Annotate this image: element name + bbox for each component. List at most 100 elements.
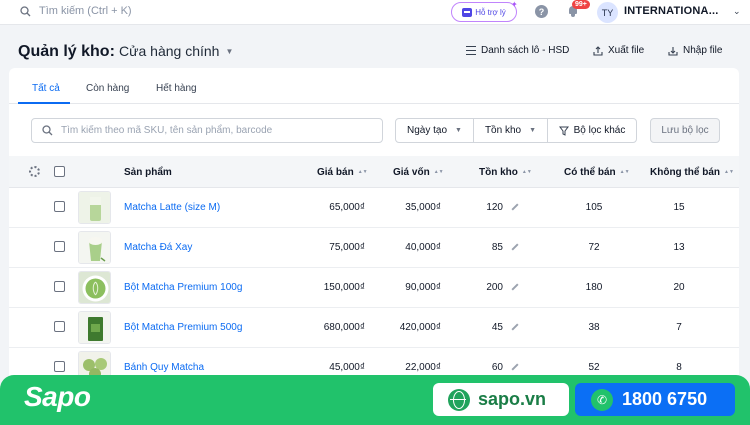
price-cell: 65,000₫ (329, 202, 365, 213)
tab-bar: Tất cả Còn hàng Hết hàng (9, 68, 739, 104)
product-search-input[interactable]: Tìm kiếm theo mã SKU, tên sản phẩm, barc… (31, 118, 383, 143)
hotline-button[interactable]: ✆ 1800 6750 (575, 383, 735, 416)
edit-icon[interactable] (511, 283, 519, 291)
cost-cell: 90,000₫ (405, 282, 441, 293)
product-thumbnail (78, 311, 111, 344)
org-name[interactable]: INTERNATIONA... (624, 5, 718, 17)
other-filter[interactable]: Bộ lọc khác (548, 119, 636, 142)
batch-list-label: Danh sách lô - HSD (481, 45, 570, 56)
sort-icon: ▲▼ (521, 169, 532, 175)
product-name-link[interactable]: Matcha Đá Xay (124, 242, 192, 253)
date-filter[interactable]: Ngày tạo ▼ (396, 119, 474, 142)
chevron-down-icon: ▼ (225, 46, 234, 56)
stock-cell[interactable]: 120 (479, 202, 539, 213)
col-unavailable[interactable]: Không thể bán ▲▼ (650, 167, 734, 178)
unavailable-cell: 8 (676, 362, 682, 373)
chevron-down-icon[interactable]: ⌄ (733, 6, 741, 17)
price-cell: 75,000₫ (329, 242, 365, 253)
product-thumbnail (78, 191, 111, 224)
col-cost[interactable]: Giá vốn ▲▼ (393, 167, 444, 178)
stock-value: 60 (491, 362, 503, 373)
assistant-label: Hỗ trợ lý (475, 7, 506, 17)
store-select[interactable]: Cửa hàng chính ▼ (119, 43, 233, 59)
row-checkbox[interactable] (54, 361, 65, 372)
col-stock[interactable]: Tồn kho ▲▼ (479, 167, 532, 178)
product-name-link[interactable]: Bánh Quy Matcha (124, 362, 204, 373)
page-title: Quản lý kho: (18, 43, 115, 60)
store-name: Cửa hàng chính (119, 43, 220, 59)
search-icon (42, 125, 53, 136)
tab-all[interactable]: Tất cả (32, 83, 60, 94)
notification-badge: 99+ (572, 0, 590, 9)
row-checkbox[interactable] (54, 281, 65, 292)
export-button[interactable]: Xuất file (593, 45, 644, 56)
available-cell: 105 (585, 202, 603, 213)
table-row[interactable]: Bột Matcha Premium 100g 150,000₫ 90,000₫… (9, 268, 739, 308)
unavailable-cell: 20 (673, 282, 685, 293)
tab-out-of-stock[interactable]: Hết hàng (156, 83, 197, 94)
col-product: Sản phẩm (124, 167, 172, 178)
unavailable-cell: 15 (673, 202, 685, 213)
product-name-link[interactable]: Bột Matcha Premium 500g (124, 322, 242, 333)
edit-icon[interactable] (511, 323, 519, 331)
available-cell: 52 (588, 362, 600, 373)
website-text: sapo.vn (478, 389, 547, 409)
save-filter-button[interactable]: Lưu bộ lọc (650, 118, 720, 143)
table-row[interactable]: Matcha Đá Xay 75,000₫ 40,000₫ 85 72 13 (9, 228, 739, 268)
hotline-text: 1800 6750 (622, 389, 708, 409)
price-cell: 150,000₫ (323, 282, 365, 293)
product-name-link[interactable]: Bột Matcha Premium 100g (124, 282, 242, 293)
stock-cell[interactable]: 85 (479, 242, 539, 253)
edit-icon[interactable] (511, 243, 519, 251)
available-cell: 72 (588, 242, 600, 253)
cost-cell: 420,000₫ (399, 322, 441, 333)
global-search[interactable]: Tìm kiếm (Ctrl + K) (20, 5, 132, 17)
import-label: Nhập file (683, 45, 723, 56)
export-icon (593, 45, 603, 56)
stock-cell[interactable]: 200 (479, 282, 539, 293)
product-thumbnail (78, 231, 111, 264)
table-row[interactable]: Bột Matcha Premium 500g 680,000₫ 420,000… (9, 308, 739, 348)
filter-icon (558, 126, 569, 136)
sort-icon: ▲▼ (357, 169, 368, 175)
import-button[interactable]: Nhập file (668, 45, 722, 56)
price-cell: 45,000₫ (329, 362, 365, 373)
list-icon (466, 46, 476, 55)
batch-list-button[interactable]: Danh sách lô - HSD (466, 45, 569, 56)
stock-filter-label: Tồn kho (484, 125, 522, 136)
sparkle-icon: ✦ (511, 0, 518, 9)
stock-value: 200 (486, 282, 503, 293)
chat-icon (462, 7, 473, 17)
edit-icon[interactable] (511, 203, 519, 211)
settings-icon[interactable] (29, 166, 40, 177)
table-row[interactable]: Matcha Latte (size M) 65,000₫ 35,000₫ 12… (9, 188, 739, 228)
tab-in-stock[interactable]: Còn hàng (86, 83, 129, 94)
select-all-checkbox[interactable] (54, 166, 65, 177)
website-link[interactable]: sapo.vn (433, 383, 569, 416)
chevron-down-icon: ▼ (455, 127, 462, 134)
top-bar: Tìm kiếm (Ctrl + K) Hỗ trợ lý ✦ ? 99+ TY… (0, 0, 750, 25)
product-name-link[interactable]: Matcha Latte (size M) (124, 202, 220, 213)
sort-icon: ▲▼ (433, 169, 444, 175)
row-checkbox[interactable] (54, 241, 65, 252)
avatar[interactable]: TY (597, 2, 618, 23)
table-header: Sản phẩm Giá bán ▲▼ Giá vốn ▲▼ Tồn kho ▲▼ C… (9, 156, 739, 188)
search-icon (20, 5, 31, 16)
col-price[interactable]: Giá bán ▲▼ (317, 167, 368, 178)
globe-icon (448, 388, 470, 411)
col-available[interactable]: Có thể bán ▲▼ (564, 167, 630, 178)
sort-icon: ▲▼ (619, 169, 630, 175)
edit-icon[interactable] (511, 363, 519, 371)
global-search-placeholder: Tìm kiếm (Ctrl + K) (39, 5, 132, 17)
stock-cell[interactable]: 45 (479, 322, 539, 333)
stock-filter[interactable]: Tồn kho ▼ (474, 119, 548, 142)
row-checkbox[interactable] (54, 201, 65, 212)
product-thumbnail (78, 271, 111, 304)
help-icon[interactable]: ? (535, 5, 548, 18)
price-cell: 680,000₫ (323, 322, 365, 333)
filter-group: Ngày tạo ▼ Tồn kho ▼ Bộ lọc khác (395, 118, 637, 143)
row-checkbox[interactable] (54, 321, 65, 332)
export-label: Xuất file (608, 45, 645, 56)
stock-cell[interactable]: 60 (479, 362, 539, 373)
assistant-button[interactable]: Hỗ trợ lý (451, 2, 517, 22)
